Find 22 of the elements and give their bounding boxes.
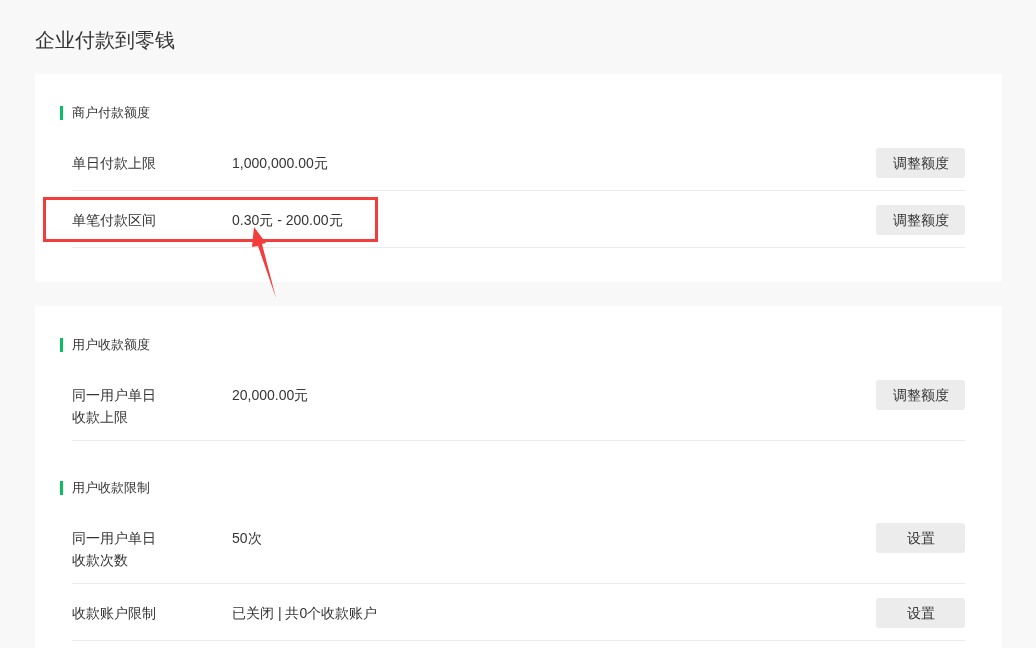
accent-bar <box>60 481 63 495</box>
accent-bar <box>60 338 63 352</box>
section-heading: 商户付款额度 <box>72 104 150 123</box>
row-value: 已关闭 | 共0个收款账户 <box>232 604 379 623</box>
row-action-button[interactable]: 调整额度 <box>876 205 965 235</box>
row-value: 50次 <box>232 529 263 548</box>
row-value: 20,000.00元 <box>232 386 310 405</box>
row-label: 同一用户单日收款次数 <box>72 529 156 570</box>
section-heading: 用户收款限制 <box>72 479 150 498</box>
row-action-button[interactable]: 调整额度 <box>876 380 965 410</box>
section-heading: 用户收款额度 <box>72 336 150 355</box>
row-action-button[interactable]: 调整额度 <box>876 148 965 178</box>
row-label: 单日付款上限 <box>72 154 156 173</box>
row-label: 收款账户限制 <box>72 604 156 623</box>
accent-bar <box>60 106 63 120</box>
row-action-button[interactable]: 设置 <box>876 523 965 553</box>
row-action-button[interactable]: 设置 <box>876 598 965 628</box>
row-label: 单笔付款区间 <box>72 211 156 230</box>
row-label: 同一用户单日收款上限 <box>72 386 156 427</box>
page-title: 企业付款到零钱 <box>35 28 176 53</box>
row-value: 0.30元 - 200.00元 <box>232 211 344 230</box>
row-value: 1,000,000.00元 <box>232 154 329 173</box>
